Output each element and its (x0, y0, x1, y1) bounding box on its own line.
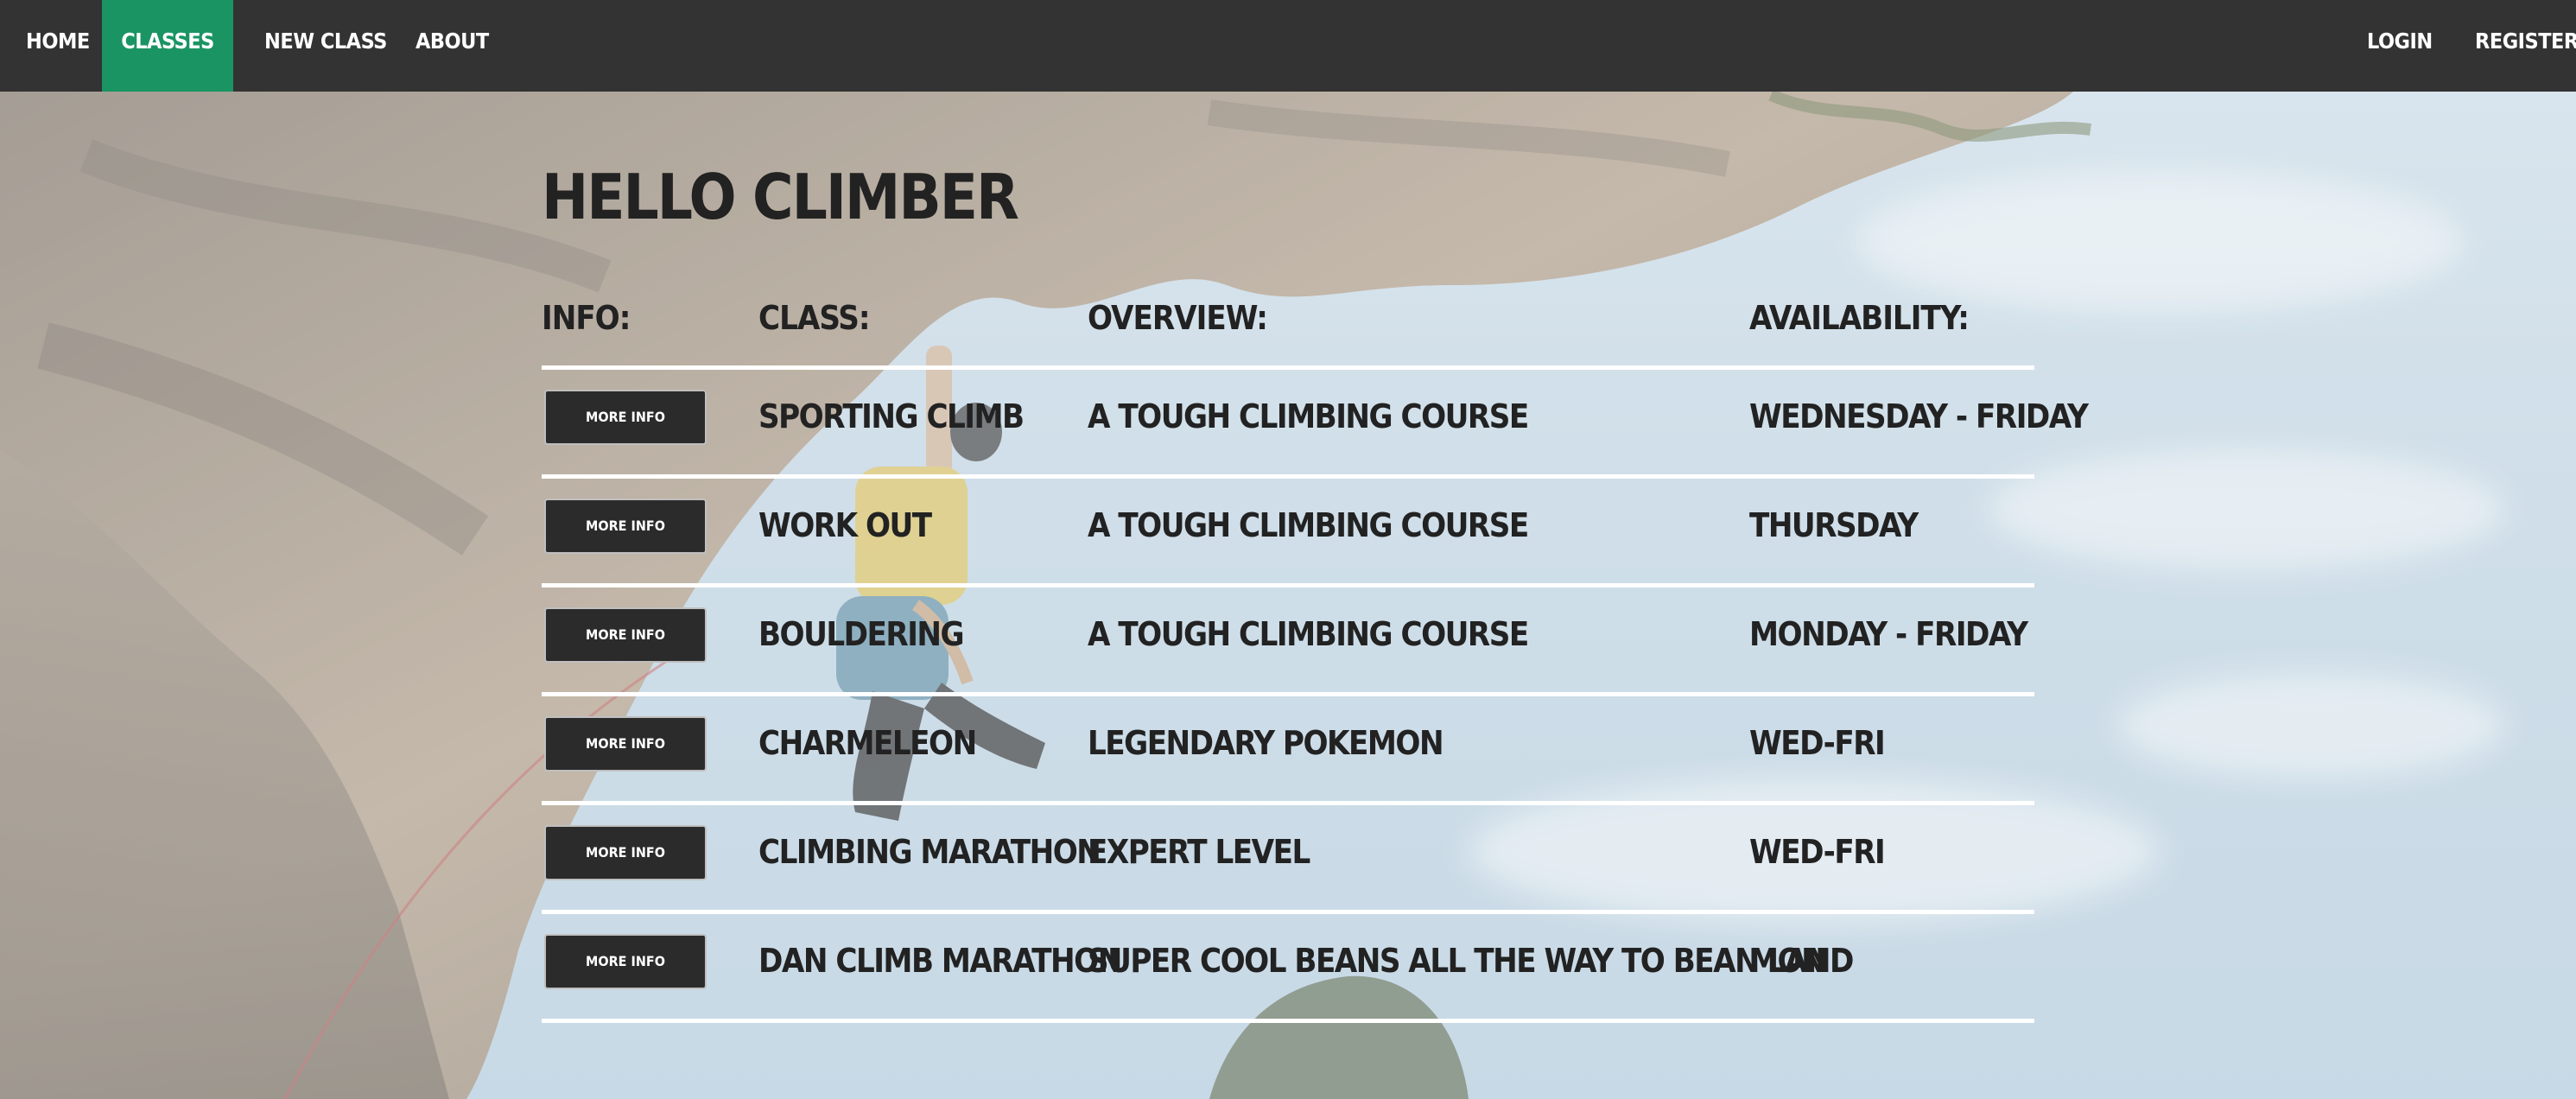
class-overview: A TOUGH CLIMBING COURSE (1088, 506, 1529, 544)
class-name: WORK OUT (758, 506, 932, 544)
class-name: CLIMBING MARATHON (758, 833, 1101, 871)
nav-classes-link[interactable]: CLASSES (102, 0, 233, 92)
table-row: MORE INFO BOULDERING A TOUGH CLIMBING CO… (542, 588, 2034, 692)
nav-about-link[interactable]: ABOUT (416, 0, 489, 92)
more-info-button[interactable]: MORE INFO (544, 716, 707, 772)
nav-login-link[interactable]: LOGIN (2367, 0, 2433, 92)
table-row: MORE INFO DAN CLIMB MARATHON SUPER COOL … (542, 914, 2034, 1019)
nav-new-class-link[interactable]: NEW CLASS (264, 0, 387, 92)
top-navbar: HOME CLASSES NEW CLASS ABOUT LOGIN REGIS… (0, 0, 2576, 92)
class-overview: SUPER COOL BEANS ALL THE WAY TO BEAN LAN… (1088, 942, 1854, 980)
classes-content: HELLO CLIMBER INFO: CLASS: OVERVIEW: AVA… (0, 92, 2576, 1099)
more-info-button[interactable]: MORE INFO (544, 825, 707, 880)
more-info-button[interactable]: MORE INFO (544, 499, 707, 554)
column-header-class: CLASS: (758, 299, 871, 337)
class-name: SPORTING CLIMB (758, 397, 1025, 435)
class-availability: WED-FRI (1749, 833, 1886, 871)
class-name: CHARMELEON (758, 724, 977, 762)
more-info-button[interactable]: MORE INFO (544, 607, 707, 663)
table-row: MORE INFO CLIMBING MARATHON EXPERT LEVEL… (542, 805, 2034, 910)
column-header-availability: AVAILABILITY: (1749, 299, 1970, 337)
table-divider (542, 1019, 2034, 1023)
class-availability: MONDAY - FRIDAY (1749, 615, 2028, 653)
class-availability: WED-FRI (1749, 724, 1886, 762)
more-info-button[interactable]: MORE INFO (544, 934, 707, 989)
class-availability: WEDNESDAY - FRIDAY (1749, 397, 2089, 435)
class-overview: A TOUGH CLIMBING COURSE (1088, 615, 1529, 653)
class-overview: EXPERT LEVEL (1088, 833, 1310, 871)
column-header-info: INFO: (542, 299, 631, 337)
class-overview: A TOUGH CLIMBING COURSE (1088, 397, 1529, 435)
table-row: MORE INFO CHARMELEON LEGENDARY POKEMON W… (542, 696, 2034, 801)
nav-home-link[interactable]: HOME (26, 0, 90, 92)
class-name: DAN CLIMB MARATHON (758, 942, 1122, 980)
class-overview: LEGENDARY POKEMON (1088, 724, 1444, 762)
class-availability: THURSDAY (1749, 506, 1919, 544)
class-name: BOULDERING (758, 615, 965, 653)
page-title: HELLO CLIMBER (542, 161, 1019, 233)
table-row: MORE INFO WORK OUT A TOUGH CLIMBING COUR… (542, 479, 2034, 583)
column-header-overview: OVERVIEW: (1088, 299, 1268, 337)
table-row: MORE INFO SPORTING CLIMB A TOUGH CLIMBIN… (542, 370, 2089, 474)
class-availability: MON (1749, 942, 1826, 980)
more-info-button[interactable]: MORE INFO (544, 390, 707, 445)
nav-register-link[interactable]: REGISTER (2475, 0, 2576, 92)
